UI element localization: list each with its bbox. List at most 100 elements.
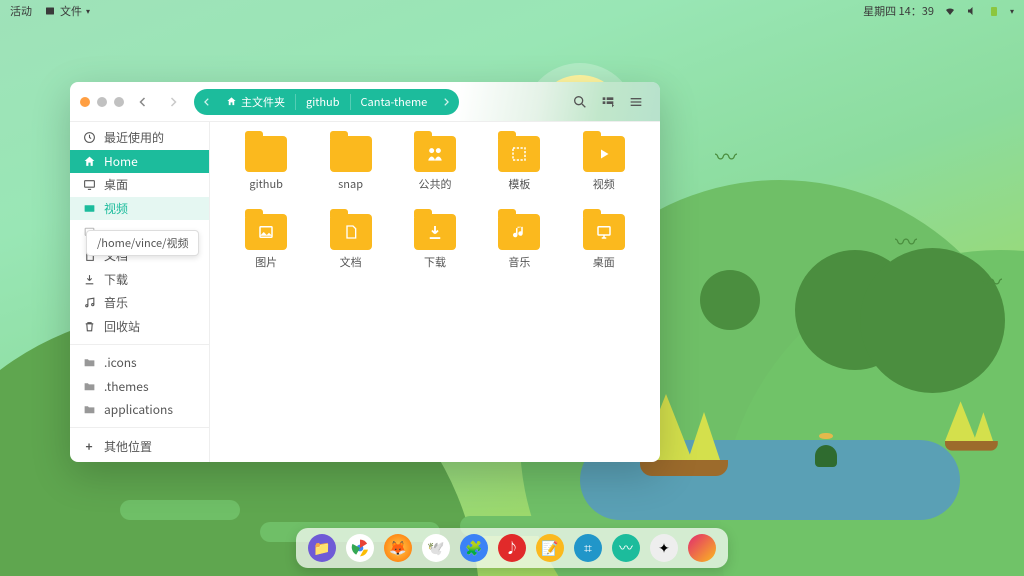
folder-desktop[interactable]: 桌面 (564, 214, 644, 286)
sidebar-item-trash[interactable]: 回收站 (70, 314, 209, 338)
sidebar-item-label: Home (104, 153, 138, 170)
back-button[interactable] (132, 91, 154, 113)
sidebar-item-applications-dir[interactable]: applications (70, 398, 209, 422)
breadcrumb-label: github (306, 94, 340, 110)
dock-item-launcher[interactable] (688, 534, 716, 562)
activities-button[interactable]: 活动 (10, 3, 32, 19)
tooltip-text: /home/vince/视频 (97, 235, 188, 251)
sidebar-item-themes-dir[interactable]: .themes (70, 374, 209, 398)
folder-documents[interactable]: 文档 (310, 214, 390, 286)
file-label: 下载 (424, 254, 446, 270)
sidebar-item-home[interactable]: Home (70, 150, 209, 174)
sidebar: 最近使用的 Home 桌面 视频 文档 (70, 122, 210, 462)
app-menu-label: 文件 (60, 3, 82, 19)
breadcrumb-prev[interactable] (198, 93, 216, 111)
window-controls (80, 97, 124, 107)
folder-pictures[interactable]: 图片 (226, 214, 306, 286)
sidebar-item-label: 音乐 (104, 294, 128, 311)
hamburger-menu-icon[interactable] (628, 94, 644, 110)
plus-icon: + (82, 439, 96, 453)
home-icon (226, 96, 237, 107)
breadcrumb-seg[interactable]: github (295, 94, 350, 110)
sidebar-item-other-locations[interactable]: + 其他位置 (70, 434, 209, 458)
file-manager-window: 主文件夹 github Canta-theme 最近使用的 Home (70, 82, 660, 462)
close-button[interactable] (80, 97, 90, 107)
breadcrumb-home[interactable]: 主文件夹 (216, 94, 295, 110)
sidebar-item-music[interactable]: 音乐 (70, 291, 209, 315)
sidebar-item-label: .themes (104, 378, 149, 395)
file-label: 视频 (593, 176, 615, 192)
dock-item-settings[interactable]: ✦ (650, 534, 678, 562)
sidebar-item-recent[interactable]: 最近使用的 (70, 126, 209, 150)
folder-music[interactable]: 音乐 (479, 214, 559, 286)
minimize-button[interactable] (97, 97, 107, 107)
folder-public[interactable]: 公共的 (395, 136, 475, 208)
breadcrumb: 主文件夹 github Canta-theme (194, 89, 459, 115)
sidebar-separator (70, 427, 209, 428)
sidebar-item-videos[interactable]: 视频 (70, 197, 209, 221)
folder-github[interactable]: github (226, 136, 306, 208)
sidebar-item-icons-dir[interactable]: .icons (70, 351, 209, 375)
maximize-button[interactable] (114, 97, 124, 107)
dock-item-monitor[interactable]: 〰 (612, 534, 640, 562)
clock-icon (82, 131, 96, 145)
battery-icon[interactable] (988, 5, 1000, 17)
chevron-down-icon[interactable]: ▾ (1010, 6, 1014, 17)
app-menu[interactable]: 文件 ▾ (44, 3, 90, 19)
breadcrumb-label: Canta-theme (361, 94, 428, 110)
bird-illustration: 〰 (895, 225, 917, 257)
trash-icon (82, 319, 96, 333)
breadcrumb-home-label: 主文件夹 (241, 94, 285, 110)
file-label: 音乐 (508, 254, 530, 270)
tree-illustration (700, 270, 760, 330)
sidebar-item-label: 下载 (104, 271, 128, 288)
folder-downloads[interactable]: 下载 (395, 214, 475, 286)
file-label: snap (338, 176, 363, 192)
folder-snap[interactable]: snap (310, 136, 390, 208)
files-grid: github snap 公共的 模板 视频 图片 文档 下载 音乐 桌面 (210, 122, 660, 462)
download-icon (82, 272, 96, 286)
volume-icon[interactable] (966, 5, 978, 17)
files-icon (44, 5, 56, 17)
folder-icon (82, 379, 96, 393)
dock-item-chrome[interactable] (346, 534, 374, 562)
dock-item-messenger[interactable]: 🕊️ (422, 534, 450, 562)
view-list-icon[interactable] (600, 94, 616, 110)
sidebar-item-label: applications (104, 401, 173, 418)
dock-item-screenshot[interactable]: ⌗ (574, 534, 602, 562)
bird-illustration: 〰 (980, 265, 1002, 297)
folder-templates[interactable]: 模板 (479, 136, 559, 208)
bird-illustration: 〰 (715, 140, 737, 172)
dock-item-editor[interactable]: 📝 (536, 534, 564, 562)
breadcrumb-next[interactable] (437, 93, 455, 111)
file-label: github (249, 176, 283, 192)
desktop-icon (82, 178, 96, 192)
dock-item-files[interactable]: 📁 (308, 534, 336, 562)
dock-item-netease[interactable]: ♪ (498, 534, 526, 562)
dock-item-firefox[interactable]: 🦊 (384, 534, 412, 562)
music-icon (82, 296, 96, 310)
home-icon (82, 154, 96, 168)
video-icon (82, 201, 96, 215)
sidebar-separator (70, 344, 209, 345)
sidebar-item-label: 视频 (104, 200, 128, 217)
sidebar-item-downloads[interactable]: 下载 (70, 267, 209, 291)
window-header: 主文件夹 github Canta-theme (70, 82, 660, 122)
folder-videos[interactable]: 视频 (564, 136, 644, 208)
search-icon[interactable] (572, 94, 588, 110)
breadcrumb-seg[interactable]: Canta-theme (350, 94, 438, 110)
sidebar-item-label: 桌面 (104, 176, 128, 193)
dock-item-software[interactable]: 🧩 (460, 534, 488, 562)
file-label: 公共的 (418, 176, 451, 192)
sidebar-item-label: .icons (104, 354, 137, 371)
forward-button[interactable] (162, 91, 184, 113)
folder-icon (82, 403, 96, 417)
fisherman-illustration (815, 445, 837, 467)
file-label: 桌面 (593, 254, 615, 270)
sidebar-item-label: 最近使用的 (104, 129, 164, 146)
dock: 📁 🦊 🕊️ 🧩 ♪ 📝 ⌗ 〰 ✦ (296, 528, 728, 568)
wifi-icon[interactable] (944, 5, 956, 17)
sidebar-item-label: 回收站 (104, 318, 140, 335)
clock[interactable]: 星期四 14：39 (863, 3, 934, 19)
sidebar-item-desktop[interactable]: 桌面 (70, 173, 209, 197)
